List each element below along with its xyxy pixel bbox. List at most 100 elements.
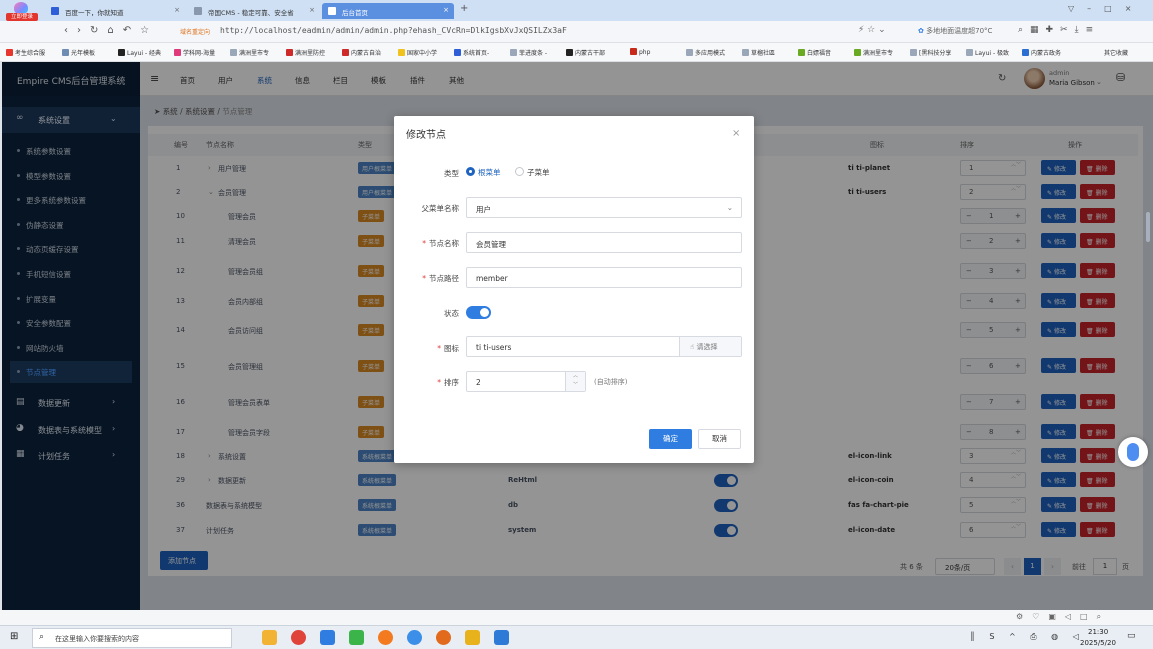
bookmark-item[interactable]: Layui - 经典 [118, 48, 161, 57]
chrome-dev-icon[interactable] [407, 630, 422, 645]
status-icons[interactable]: ⚙♡▣◁□⌕ [1016, 612, 1110, 622]
browser-logo[interactable]: 立即登录 [6, 2, 38, 21]
window-controls[interactable]: ▽–□× [1068, 4, 1144, 13]
tab-baidu[interactable]: 百度一下，你就知道 × [45, 3, 185, 19]
baidu-browser-icon[interactable] [465, 630, 480, 645]
bookmark-item[interactable]: 考生综合服 [6, 48, 45, 57]
stepper-arrows[interactable]: ︿﹀ [565, 372, 585, 391]
bookmark-favicon-icon [62, 49, 69, 56]
bookmark-item[interactable]: 内蒙古政务 [1022, 48, 1061, 57]
bookmark-favicon-icon [966, 49, 973, 56]
node-name-input[interactable]: 会员管理 [466, 232, 742, 253]
bookmark-label: 满洲里防控 [295, 50, 326, 57]
radio-root-menu[interactable]: 根菜单 [466, 167, 501, 178]
bookmark-label: Layui - 经典 [127, 50, 162, 57]
bookmark-favicon-icon [742, 49, 749, 56]
weather-news[interactable]: ✿ 多地地面温度超70°C [918, 26, 992, 36]
taskbar: ⊞ ⌕ 在这里输入你要搜索的内容 ║ S ^ ⎙ ◍ ◁ 21:30 2025/… [0, 625, 1153, 649]
bookmark-item[interactable]: [黑科技分享 [910, 48, 951, 57]
new-tab-button[interactable]: + [460, 3, 468, 14]
url-field[interactable]: 域名重定向 http://localhost/eadmin/admin/admi… [176, 24, 836, 40]
bookmark-item[interactable]: 满洲里市专 [230, 48, 269, 57]
browser-tab-bar: 立即登录 百度一下，你就知道 × 帝国CMS - 稳定可靠、安全省 × 后台首页… [0, 0, 1153, 21]
bookmark-label: 满洲里市专 [239, 50, 270, 57]
radio-sub-menu[interactable]: 子菜单 [515, 167, 550, 178]
chrome-canary-icon[interactable] [436, 630, 451, 645]
redirect-badge: 域名重定向 [180, 29, 211, 36]
scrollbar-thumb[interactable] [1146, 212, 1150, 242]
bookmark-item[interactable]: 满洲里市专 [854, 48, 893, 57]
firefox-icon[interactable] [378, 630, 393, 645]
bookmark-favicon-icon [566, 49, 573, 56]
node-path-label: * 节点路径 [422, 274, 459, 283]
tab-label: 百度一下，你就知道 [65, 9, 124, 17]
bookmark-favicon-icon [398, 49, 405, 56]
status-label: 状态 [444, 309, 459, 318]
clock-time: 21:30 [1088, 628, 1109, 636]
bookmark-favicon-icon [230, 49, 237, 56]
bookmark-item[interactable]: 菲进度条 - [510, 48, 547, 57]
status-toggle[interactable] [466, 306, 491, 319]
bookmark-bar: 考生综合服 光年模板 Layui - 经典 学科网-海量 满洲里市专 满洲里防控 内蒙古自治… [0, 43, 1153, 62]
notification-icon[interactable]: ▭ [1127, 631, 1136, 641]
lightning-icon[interactable]: ⚡ ☆ ⌄ [858, 25, 886, 35]
bookmark-label: 内蒙古自治 [351, 50, 382, 57]
icon-select-button[interactable]: ☝ 请选择 [679, 337, 741, 356]
bookmark-label: 系统首页- [463, 50, 490, 57]
bookmark-label: 菲进度条 - [519, 50, 548, 57]
parent-select[interactable]: 用户 ⌄ [466, 197, 742, 218]
file-explorer-icon[interactable] [262, 630, 277, 645]
nav-buttons[interactable]: ‹›↻⌂↶☆ [64, 25, 158, 36]
icon-label: * 图标 [437, 344, 459, 353]
tray-icons[interactable]: ║ S ^ ⎙ ◍ ◁ [970, 632, 1085, 642]
bookmark-item[interactable]: php [630, 48, 650, 56]
cancel-button[interactable]: 取消 [698, 429, 741, 449]
bookmark-label: 内蒙古政务 [1031, 50, 1062, 57]
bookmark-item[interactable]: 白嫖福音 [798, 48, 831, 57]
bookmark-label: 光年模板 [71, 50, 96, 57]
bookmark-item[interactable]: 草榴社區 [742, 48, 775, 57]
bookmark-item[interactable]: 多应用模式 [686, 48, 725, 57]
address-bar-row: ‹›↻⌂↶☆ 域名重定向 http://localhost/eadmin/adm… [0, 21, 1153, 43]
node-path-input[interactable]: member [466, 267, 742, 288]
dialog-title: 修改节点 [406, 130, 446, 141]
dingtalk-icon[interactable] [320, 630, 335, 645]
assistant-bubble[interactable] [1118, 437, 1148, 467]
close-icon[interactable]: × [309, 6, 315, 14]
taskbar-search[interactable]: ⌕ 在这里输入你要搜索的内容 [32, 628, 232, 648]
chrome-icon[interactable] [291, 630, 306, 645]
bookmark-item[interactable]: 国家中小学 [398, 48, 437, 57]
search-placeholder: 在这里输入你要搜索的内容 [55, 635, 139, 643]
wechat-icon[interactable] [349, 630, 364, 645]
login-button[interactable]: 立即登录 [6, 13, 38, 21]
other-bookmarks-label: 其它收藏 [1104, 50, 1129, 57]
confirm-button[interactable]: 确定 [649, 429, 692, 449]
type-label: 类型 [444, 169, 459, 178]
bookmark-item[interactable]: 内蒙古自治 [342, 48, 381, 57]
close-icon[interactable]: × [443, 6, 449, 14]
tab-admin-home[interactable]: 后台首页 × [322, 3, 454, 19]
close-icon[interactable]: × [174, 6, 180, 14]
bookmark-item[interactable]: 满洲里防控 [286, 48, 325, 57]
windows-start-icon[interactable]: ⊞ [10, 631, 18, 642]
bookmark-favicon-icon [454, 49, 461, 56]
bookmark-item[interactable]: Layui - 极致 [966, 48, 1009, 57]
tab-empirecms[interactable]: 帝国CMS - 稳定可靠、安全省 × [188, 3, 320, 19]
browser-status-strip: ⚙♡▣◁□⌕ [0, 610, 1153, 625]
bookmark-item[interactable]: 内蒙古干部 [566, 48, 605, 57]
thumb-icon: ☝ [690, 343, 695, 351]
sort-stepper[interactable]: 2 ︿ ﹀ [466, 371, 586, 392]
other-bookmarks[interactable]: 其它收藏 [1104, 48, 1128, 57]
bookmark-item[interactable]: 光年模板 [62, 48, 95, 57]
bookmark-item[interactable]: 系统首页- [454, 48, 489, 57]
close-icon[interactable]: × [732, 128, 740, 139]
bookmark-item[interactable]: 学科网-海量 [174, 48, 215, 57]
page-icon [194, 7, 202, 15]
modal-mask-side [2, 96, 140, 610]
parent-label: 父菜单名称 [421, 204, 460, 213]
search-icon: ⌕ [39, 632, 45, 642]
browser-tools[interactable]: ⌕▦✚✂⤓≡ [1018, 25, 1100, 35]
vscode-icon[interactable] [494, 630, 509, 645]
radio-label: 根菜单 [478, 168, 501, 177]
radio-label: 子菜单 [527, 168, 550, 177]
